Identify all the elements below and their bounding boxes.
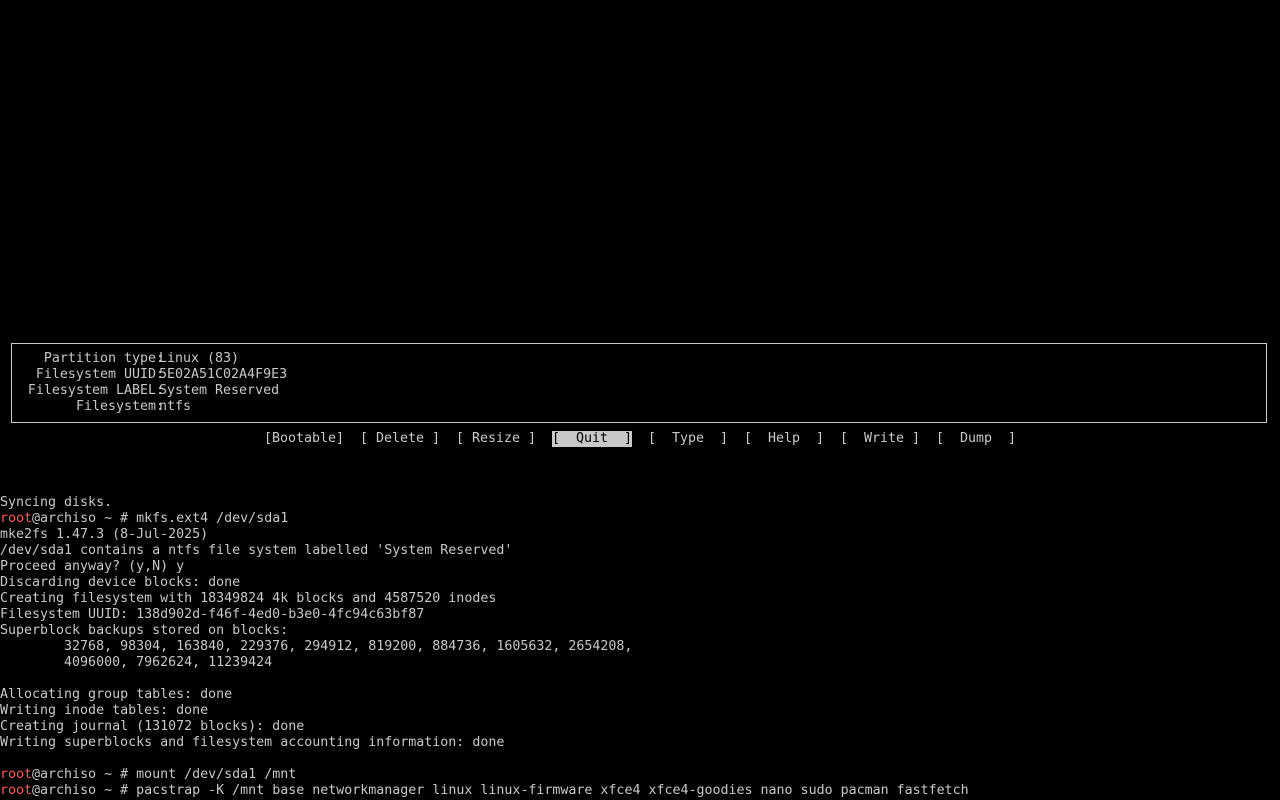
filesystem-uuid-value: 5E02A51C02A4F9E3 bbox=[159, 367, 288, 382]
prompt-host: @archiso ~ # bbox=[32, 767, 137, 782]
partition-type-label: Partition type: bbox=[43, 351, 164, 366]
filesystem-label-label: Filesystem LABEL: bbox=[27, 383, 164, 398]
terminal-line: Creating filesystem with 18349824 4k blo… bbox=[0, 591, 496, 607]
output-text: Superblock backups stored on blocks: bbox=[0, 623, 289, 638]
terminal-line: Writing inode tables: done bbox=[0, 703, 208, 719]
terminal-prompt-line[interactable]: root@archiso ~ # pacstrap -K /mnt base n… bbox=[0, 783, 969, 799]
prompt-user: root bbox=[0, 767, 33, 782]
menu-quit-button[interactable]: [ Quit ] bbox=[552, 431, 633, 447]
prompt-user: root bbox=[0, 511, 33, 526]
filesystem-uuid-label: Filesystem UUID: bbox=[35, 367, 164, 382]
prompt-user: root bbox=[0, 783, 33, 798]
terminal-prompt-line: root@archiso ~ # mount /dev/sda1 /mnt bbox=[0, 767, 296, 783]
terminal-line: Discarding device blocks: done bbox=[0, 575, 240, 591]
command-text: mkfs.ext4 /dev/sda1 bbox=[136, 511, 289, 526]
output-text: /dev/sda1 contains a ntfs file system la… bbox=[0, 543, 513, 558]
output-text: Writing inode tables: done bbox=[0, 703, 209, 718]
terminal-line: Proceed anyway? (y,N) y bbox=[0, 559, 184, 575]
menu-type-button[interactable]: [ Type ] bbox=[648, 431, 728, 447]
menu-help-button[interactable]: [ Help ] bbox=[744, 431, 824, 447]
output-text: Creating journal (131072 blocks): done bbox=[0, 719, 305, 734]
output-text: 4096000, 7962624, 11239424 bbox=[0, 655, 273, 670]
terminal-line: Syncing disks. bbox=[0, 495, 112, 511]
menu-write-button[interactable]: [ Write ] bbox=[840, 431, 920, 447]
terminal-line: 4096000, 7962624, 11239424 bbox=[0, 655, 272, 671]
filesystem-type-label: Filesystem: bbox=[75, 399, 164, 414]
partition-info-box: Partition type: Linux (83) Filesystem UU… bbox=[11, 343, 1267, 423]
terminal-line: Superblock backups stored on blocks: bbox=[0, 623, 288, 639]
output-text: Writing superblocks and filesystem accou… bbox=[0, 735, 505, 750]
output-text: Syncing disks. bbox=[0, 495, 113, 510]
terminal-line: Allocating group tables: done bbox=[0, 687, 232, 703]
prompt-host: @archiso ~ # bbox=[32, 511, 137, 526]
terminal-line: Filesystem UUID: 138d902d-f46f-4ed0-b3e0… bbox=[0, 607, 424, 623]
prompt-host: @archiso ~ # bbox=[32, 783, 137, 798]
output-text: Allocating group tables: done bbox=[0, 687, 233, 702]
menu-resize-button[interactable]: [ Resize ] bbox=[456, 431, 536, 447]
output-text: 32768, 98304, 163840, 229376, 294912, 81… bbox=[0, 639, 633, 654]
command-text: mount /dev/sda1 /mnt bbox=[136, 767, 297, 782]
terminal-line: mke2fs 1.47.3 (8-Jul-2025) bbox=[0, 527, 208, 543]
output-text: mke2fs 1.47.3 (8-Jul-2025) bbox=[0, 527, 209, 542]
output-text: Proceed anyway? (y,N) y bbox=[0, 559, 185, 574]
filesystem-type-value: ntfs bbox=[159, 399, 192, 414]
output-text: Filesystem UUID: 138d902d-f46f-4ed0-b3e0… bbox=[0, 607, 425, 622]
filesystem-label-value: System Reserved bbox=[159, 383, 280, 398]
terminal-line: Creating journal (131072 blocks): done bbox=[0, 719, 304, 735]
command-input[interactable]: pacstrap -K /mnt base networkmanager lin… bbox=[136, 783, 969, 798]
terminal-line: /dev/sda1 contains a ntfs file system la… bbox=[0, 543, 512, 559]
menu-dump-button[interactable]: [ Dump ] bbox=[936, 431, 1016, 447]
output-text: Creating filesystem with 18349824 4k blo… bbox=[0, 591, 497, 606]
terminal-line: Writing superblocks and filesystem accou… bbox=[0, 735, 504, 751]
partition-type-value: Linux (83) bbox=[159, 351, 240, 366]
menu-delete-button[interactable]: [ Delete ] bbox=[360, 431, 440, 447]
terminal-prompt-line: root@archiso ~ # mkfs.ext4 /dev/sda1 bbox=[0, 511, 288, 527]
output-text: Discarding device blocks: done bbox=[0, 575, 241, 590]
menu-bootable-button[interactable]: [Bootable] bbox=[264, 431, 344, 447]
terminal-line: 32768, 98304, 163840, 229376, 294912, 81… bbox=[0, 639, 632, 655]
